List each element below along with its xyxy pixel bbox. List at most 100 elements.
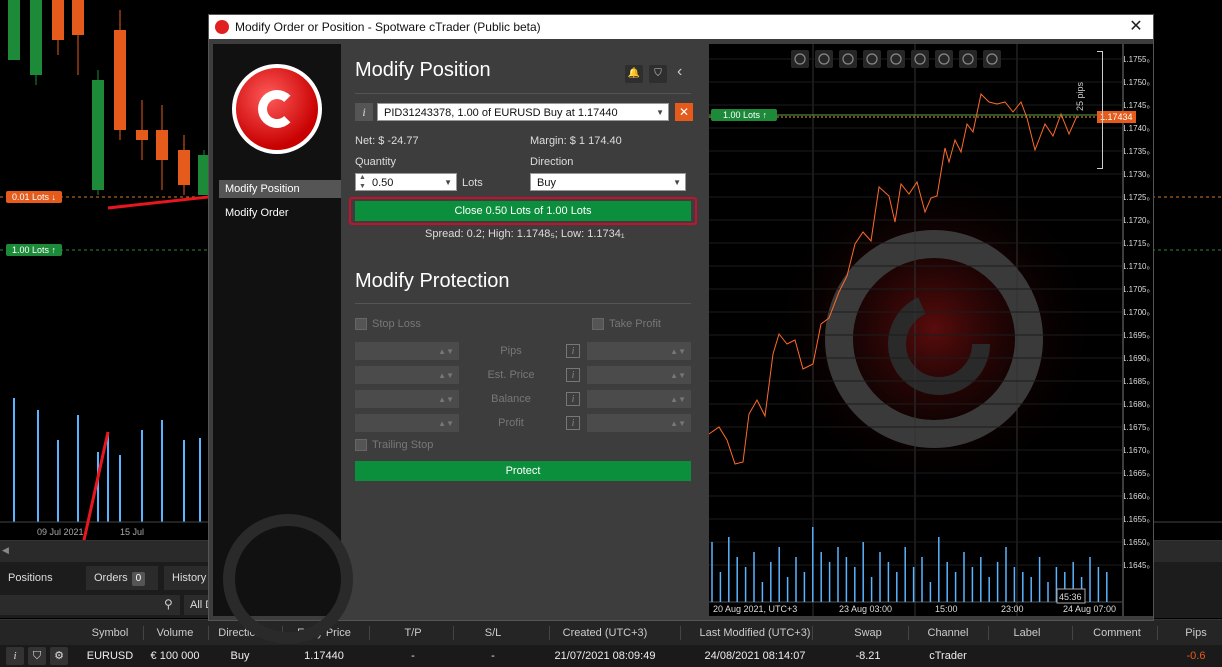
chart-lots-badge[interactable]: 1.00 Lots ↑ xyxy=(723,110,767,120)
modify-position-heading: Modify Position xyxy=(355,59,491,81)
protection-left-field[interactable]: ▲▼ xyxy=(355,414,459,432)
x-tick-label: 15:00 xyxy=(935,604,958,614)
info-icon[interactable]: i xyxy=(566,392,580,406)
sidebar-item-modify-position[interactable]: Modify Position xyxy=(219,180,341,198)
protection-left-field[interactable]: ▲▼ xyxy=(355,342,459,360)
dialog-titlebar[interactable]: Modify Order or Position - Spotware cTra… xyxy=(209,15,1153,39)
stop-loss-checkbox[interactable] xyxy=(355,318,367,330)
shape-icon[interactable] xyxy=(959,50,977,68)
column-separator[interactable] xyxy=(453,626,454,640)
shield-icon[interactable]: ⛉ xyxy=(28,647,46,665)
protection-row-label: Est. Price xyxy=(487,369,535,381)
take-profit-label: Take Profit xyxy=(609,318,661,330)
table-cell: cTrader xyxy=(929,650,967,662)
column-separator[interactable] xyxy=(207,626,209,640)
take-profit-checkbox[interactable] xyxy=(592,318,604,330)
info-icon[interactable]: i xyxy=(566,416,580,430)
protection-right-field[interactable]: ▲▼ xyxy=(587,390,691,408)
position-select[interactable]: PID31243378, 1.00 of EURUSD Buy at 1.174… xyxy=(377,103,669,121)
bell-icon[interactable]: 🔔 xyxy=(625,65,643,83)
info-icon[interactable]: i xyxy=(566,344,580,358)
info-icon[interactable]: i xyxy=(355,103,373,121)
table-row[interactable]: i ⛉ ⚙ EURUSD € 100 000 Buy 1.17440- -21/07/2… xyxy=(0,645,1222,667)
column-header[interactable]: Pips xyxy=(1136,620,1222,646)
settings-icon[interactable] xyxy=(839,50,857,68)
stepper-arrows-icon[interactable]: ▲ ▼ xyxy=(359,173,366,191)
column-separator[interactable] xyxy=(368,626,370,640)
tab-history[interactable]: History xyxy=(164,566,214,590)
y-tick-label: 1.1680₀ xyxy=(1124,400,1150,409)
protection-right-field[interactable]: ▲▼ xyxy=(587,366,691,384)
protection-row-label: Pips xyxy=(500,345,522,357)
bg-buy-badge[interactable]: 1.00 Lots ↑ xyxy=(6,244,63,256)
y-tick-label: 1.1695₀ xyxy=(1124,331,1150,340)
ctrader-logo-icon xyxy=(215,20,229,34)
protection-right-field[interactable]: ▲▼ xyxy=(587,342,691,360)
y-tick-label: 1.1715₀ xyxy=(1124,239,1150,248)
column-separator[interactable] xyxy=(1072,626,1073,640)
search-icon[interactable]: ⚲ xyxy=(164,597,173,611)
y-tick-label: 1.1675₀ xyxy=(1124,423,1150,432)
protection-row-label: Profit xyxy=(498,417,524,429)
y-tick-label: 1.1745₀ xyxy=(1124,101,1150,110)
protect-button[interactable]: Protect xyxy=(355,461,691,481)
info-icon[interactable]: i xyxy=(566,368,580,382)
indicator-icon[interactable] xyxy=(863,50,881,68)
y-tick-label: 1.1665₀ xyxy=(1124,469,1150,478)
column-separator[interactable] xyxy=(142,626,144,640)
x-tick-label: 23:00 xyxy=(1001,604,1024,614)
list-icon[interactable] xyxy=(911,50,929,68)
mini-chart[interactable]: 1.00 Lots ↑ 20 Aug 2021, UTC+3 23 Aug 03:… xyxy=(709,44,1122,616)
mini-chart-y-axis: 1.1755₀ 1.1750₀ 1.1745₀ 1.1740₀ 1.1735₀ 1.173… xyxy=(1124,44,1153,616)
quantity-stepper[interactable]: ▲ ▼ 0.50 ▼ xyxy=(355,173,457,191)
spread-info: Spread: 0.2; High: 1.1748₅; Low: 1.1734₁ xyxy=(425,228,625,240)
y-tick-label: 1.1690₀ xyxy=(1124,354,1150,363)
protection-row-label: Balance xyxy=(491,393,531,405)
direction-select[interactable]: Buy ▼ xyxy=(530,173,686,191)
protection-right-field[interactable]: ▲▼ xyxy=(587,414,691,432)
shield-icon[interactable]: ⛉ xyxy=(649,65,667,83)
facebook-icon[interactable] xyxy=(935,50,953,68)
tab-positions[interactable]: Positions6 xyxy=(0,566,76,610)
chevron-left-icon[interactable]: ‹ xyxy=(677,63,682,81)
y-tick-label: 1.1645₀ xyxy=(1124,561,1150,570)
bg-sell-badge[interactable]: 0.01 Lots ↓ xyxy=(6,191,63,203)
y-tick-label: 1.1725₀ xyxy=(1124,193,1150,202)
ctrader-watermark-icon xyxy=(223,514,353,644)
drawing-icon[interactable] xyxy=(983,50,1001,68)
column-separator[interactable] xyxy=(1156,626,1158,640)
close-icon[interactable]: ✕ xyxy=(1127,15,1145,39)
pips-label: 25 pips xyxy=(1075,81,1085,111)
table-cell: -0.6 xyxy=(1186,650,1206,662)
column-separator[interactable] xyxy=(811,626,813,640)
column-separator[interactable] xyxy=(549,626,550,640)
period-icon[interactable] xyxy=(887,50,905,68)
column-separator[interactable] xyxy=(987,626,989,640)
column-header[interactable]: Last Modified (UTC+3) xyxy=(695,620,815,646)
close-lots-button[interactable]: Close 0.50 Lots of 1.00 Lots xyxy=(355,201,691,221)
y-tick-label: 1.1660₀ xyxy=(1124,492,1150,501)
scroll-left-icon[interactable]: ◀ xyxy=(2,545,9,556)
column-separator[interactable] xyxy=(908,626,909,640)
info-icon[interactable]: i xyxy=(6,647,24,665)
x-tick-label: 24 Aug 07:00 xyxy=(1063,604,1116,614)
column-header[interactable]: Created (UTC+3) xyxy=(545,620,665,646)
zoom-in-icon[interactable] xyxy=(815,50,833,68)
y-tick-label: 1.1750₀ xyxy=(1124,78,1150,87)
bg-x-label-2: 15 Jul xyxy=(120,527,144,537)
tab-orders[interactable]: Orders 0 xyxy=(86,566,158,590)
column-header[interactable]: S/L xyxy=(433,620,553,646)
sidebar-item-modify-order[interactable]: Modify Order xyxy=(219,204,341,222)
net-value: Net: $ -24.77 xyxy=(355,135,419,147)
column-separator[interactable] xyxy=(680,626,681,640)
quantity-label: Quantity xyxy=(355,156,396,168)
protection-left-field[interactable]: ▲▼ xyxy=(355,366,459,384)
close-position-icon[interactable]: ✕ xyxy=(675,103,693,121)
protection-left-field[interactable]: ▲▼ xyxy=(355,390,459,408)
dialog-title: Modify Order or Position - Spotware cTra… xyxy=(235,20,541,34)
y-tick-label: 1.1740₀ xyxy=(1124,124,1150,133)
trailing-stop-checkbox[interactable] xyxy=(355,439,367,451)
table-header: Symbol Volume Direction Entry Price T/P S/L Cr… xyxy=(0,619,1222,645)
search-input[interactable] xyxy=(0,595,180,615)
zoom-out-icon[interactable] xyxy=(791,50,809,68)
